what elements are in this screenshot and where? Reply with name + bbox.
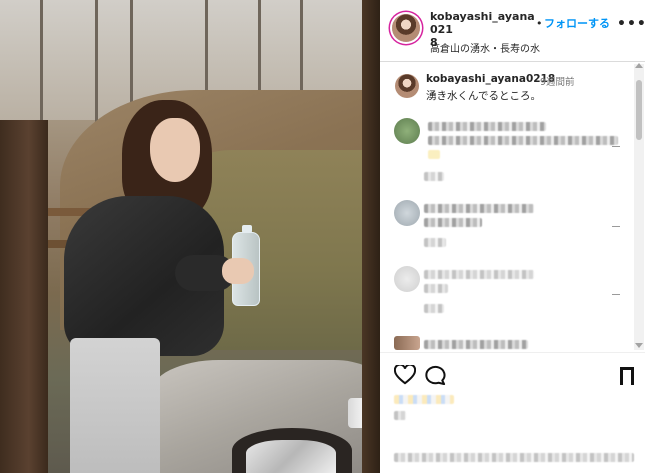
- photo-wooden-post: [0, 120, 48, 473]
- comment-meta: [424, 172, 444, 181]
- post-sidebar: kobayashi_ayana021 8 • フォローする ••• 高倉山の湧水…: [380, 0, 645, 473]
- follow-button[interactable]: フォローする: [544, 15, 610, 31]
- comment-item: [380, 266, 630, 326]
- photo-foil: [246, 440, 336, 473]
- comment-blurred-text: [424, 218, 482, 227]
- post-actions: [380, 352, 645, 473]
- scroll-up-arrow-icon[interactable]: [635, 63, 643, 68]
- commenter-avatar[interactable]: [394, 118, 420, 144]
- more-icon[interactable]: •••: [617, 16, 645, 32]
- person-skirt: [70, 338, 160, 473]
- photo-tree: [40, 0, 43, 140]
- commenter-avatar[interactable]: [394, 336, 420, 350]
- separator-dot: •: [536, 17, 543, 30]
- comment-meta: [424, 304, 444, 313]
- person-face: [150, 118, 200, 182]
- add-comment-input[interactable]: [394, 453, 634, 462]
- comment-meta: [424, 238, 446, 247]
- comment-like-icon[interactable]: [612, 290, 620, 295]
- comment-item: [380, 118, 630, 181]
- comment-like-icon[interactable]: [612, 222, 620, 227]
- comment-like-icon[interactable]: [612, 142, 620, 147]
- photo-wooden-post: [362, 0, 380, 473]
- comment-item: [380, 200, 630, 260]
- location-link[interactable]: 高倉山の湧水・長寿の水: [430, 40, 540, 55]
- comment-icon[interactable]: [424, 365, 446, 385]
- person-hand: [222, 258, 254, 284]
- commenter-avatar[interactable]: [394, 200, 420, 226]
- scrollbar-thumb[interactable]: [636, 80, 642, 140]
- post-caption: kobayashi_ayana0218 9週間前 湧き水くんでるところ。: [380, 62, 645, 114]
- commenter-avatar[interactable]: [394, 266, 420, 292]
- caption-timestamp[interactable]: 9週間前: [540, 74, 575, 88]
- post-header: kobayashi_ayana021 8 • フォローする ••• 高倉山の湧水…: [380, 0, 645, 62]
- comment-blurred-text: [424, 204, 534, 213]
- heart-icon[interactable]: [394, 365, 416, 385]
- comment-blurred-text: [424, 270, 534, 279]
- comment-emoji: [428, 150, 440, 159]
- comment-blurred-text: [428, 122, 546, 131]
- post-photo[interactable]: [0, 0, 380, 473]
- comment-blurred-text: [428, 136, 618, 145]
- photo-tree: [300, 0, 303, 100]
- liked-by-avatars[interactable]: [394, 395, 454, 404]
- comment-item: [380, 336, 630, 352]
- scroll-down-arrow-icon[interactable]: [635, 343, 643, 348]
- author-avatar[interactable]: [392, 14, 420, 42]
- comment-blurred-text: [424, 340, 528, 349]
- likes-count[interactable]: [394, 411, 406, 420]
- caption-username[interactable]: kobayashi_ayana0218: [426, 73, 555, 85]
- comment-blurred-text: [424, 284, 448, 293]
- caption-avatar[interactable]: [395, 74, 419, 98]
- caption-text: 湧き水くんでるところ。: [426, 90, 541, 102]
- save-icon[interactable]: [620, 367, 634, 385]
